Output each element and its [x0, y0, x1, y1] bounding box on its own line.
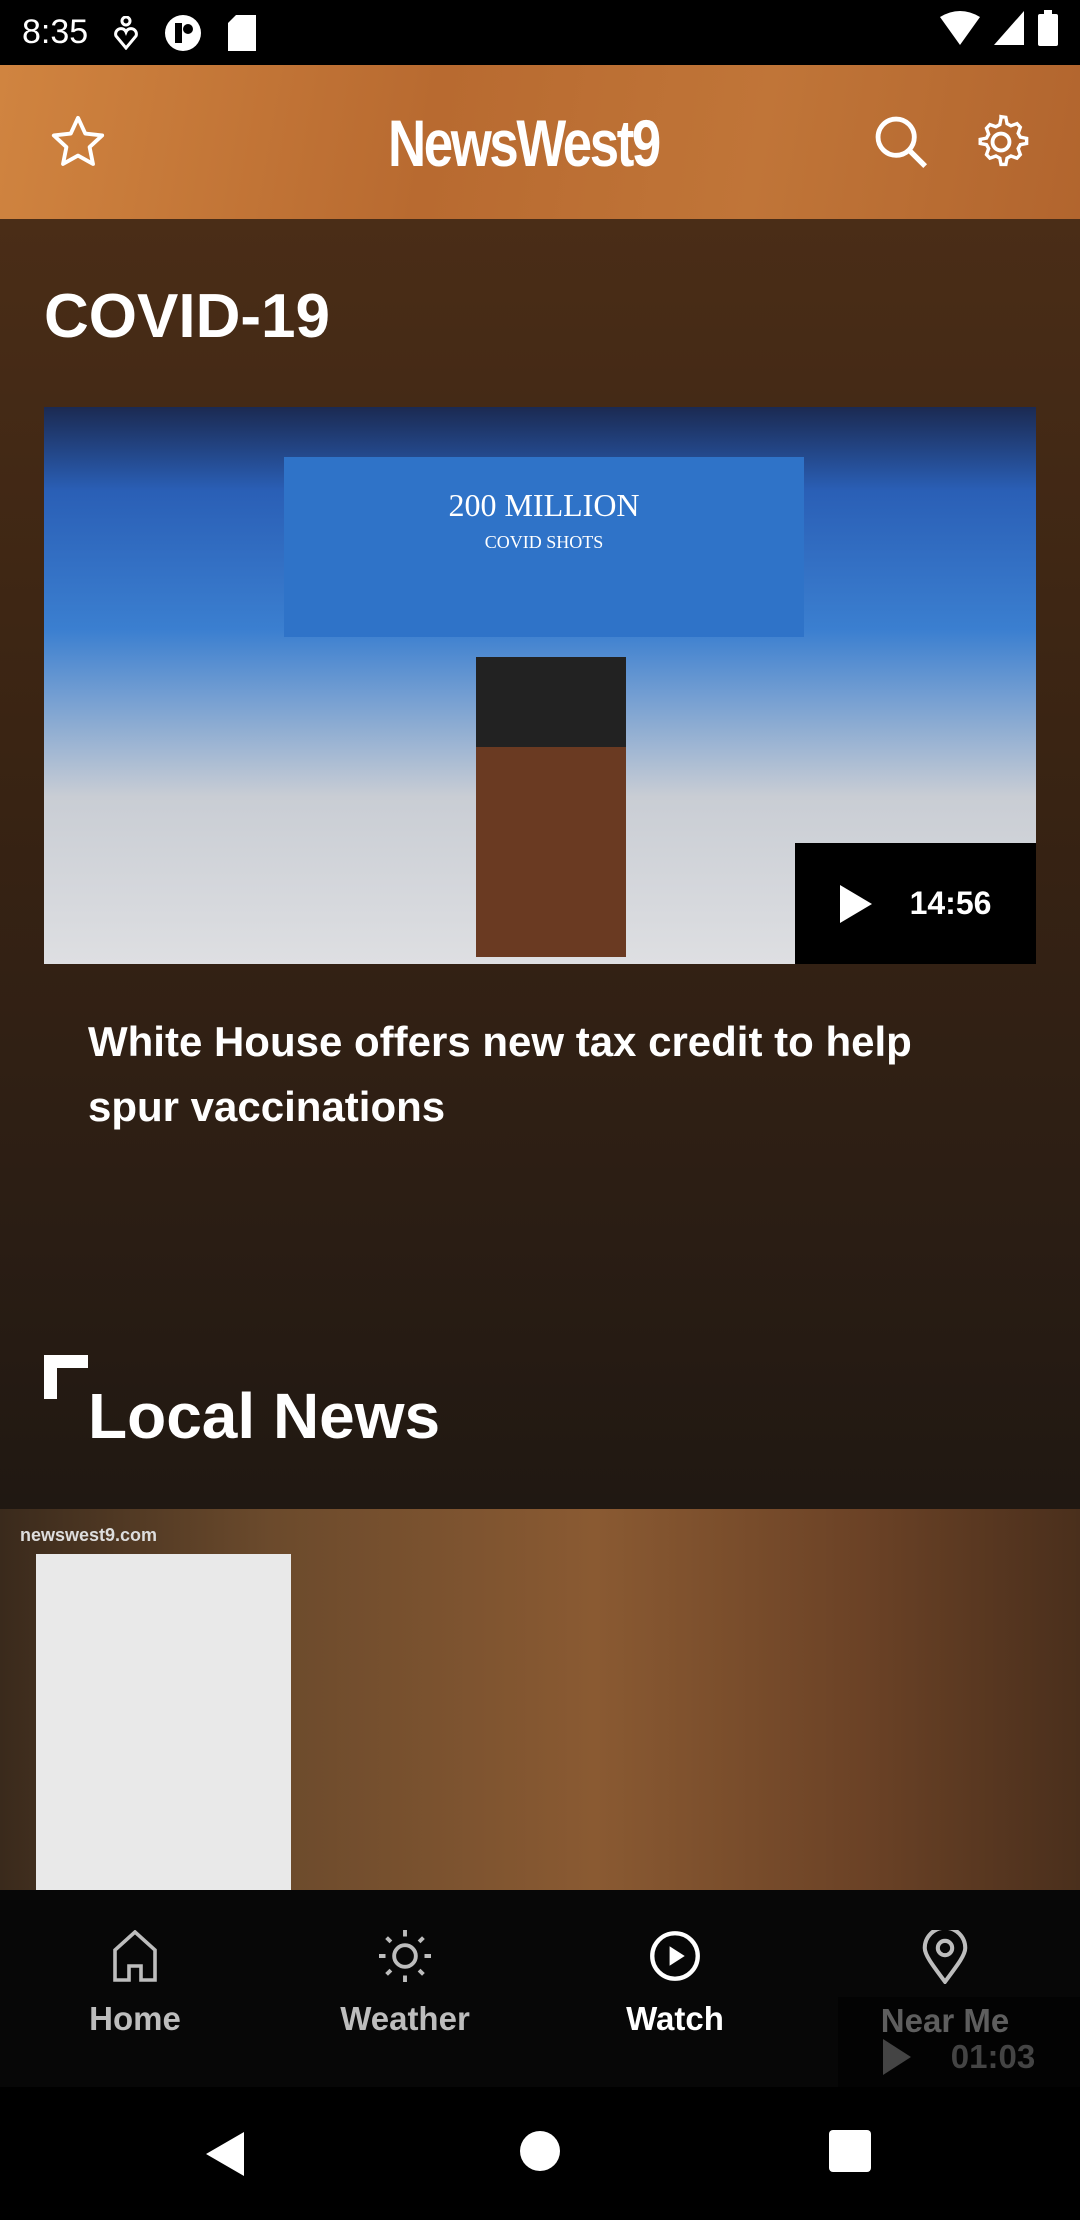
section-title-covid: COVID-19: [44, 282, 330, 351]
play-icon: [882, 2039, 911, 2075]
recents-icon[interactable]: [829, 2130, 871, 2172]
gear-icon: [978, 114, 1029, 167]
local-video-duration-badge: 01:03: [838, 1997, 1080, 2087]
battery-icon: [1038, 10, 1058, 55]
back-icon[interactable]: [204, 2130, 246, 2178]
nav-watch[interactable]: Watch: [540, 1890, 810, 2087]
video-duration: 14:56: [909, 885, 992, 921]
notification-icon: [114, 15, 139, 50]
nav-home[interactable]: Home: [0, 1890, 270, 2087]
favorites-button[interactable]: [45, 109, 111, 175]
system-nav-bar: [0, 2087, 1080, 2220]
video-thumbnail-covid[interactable]: 200 MILLION COVID SHOTS 14:56: [44, 407, 1036, 964]
home-icon: [113, 1930, 157, 1982]
video-watermark: newswest9.com: [20, 1525, 158, 1545]
star-icon: [51, 115, 105, 166]
sd-card-icon: [228, 14, 257, 51]
settings-button[interactable]: [968, 109, 1034, 175]
nav-weather[interactable]: Weather: [270, 1890, 540, 2087]
app-header: NewsWest9: [0, 65, 1080, 219]
content-feed[interactable]: COVID-19 200 MILLION COVID SHOTS 14:56 Wh…: [0, 219, 1080, 1509]
status-bar: 8:35: [0, 0, 1080, 65]
video-duration-badge[interactable]: 14:56: [795, 843, 1036, 964]
play-circle-icon: [650, 1931, 700, 1981]
search-icon: [875, 116, 928, 169]
sun-icon: [379, 1930, 431, 1982]
story-headline[interactable]: White House offers new tax credit to hel…: [88, 1009, 988, 1139]
home-circle-icon[interactable]: [519, 2130, 561, 2172]
section-bracket-icon: [44, 1355, 88, 1399]
podium-image: [476, 657, 626, 957]
app-notification-icon: [164, 14, 202, 52]
wifi-icon: [940, 11, 980, 54]
section-title-local-news: Local News: [88, 1380, 441, 1452]
signal-icon: [994, 11, 1024, 54]
play-icon: [839, 884, 872, 923]
video-banner: 200 MILLION COVID SHOTS: [284, 457, 804, 637]
status-time: 8:35: [22, 13, 89, 51]
search-button[interactable]: [868, 109, 934, 175]
sign-image: [36, 1554, 291, 1890]
video-thumbnail-local[interactable]: newswest9.com: [0, 1509, 1080, 1890]
newswest9-logo: NewsWest9: [388, 106, 661, 180]
location-pin-icon: [922, 1930, 968, 1984]
